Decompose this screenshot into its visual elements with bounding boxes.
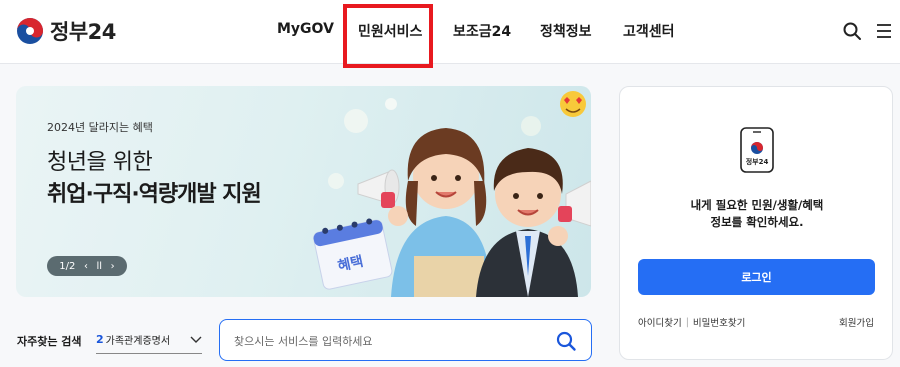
- banner-illustration: 혜택: [313, 91, 591, 297]
- nav-subsidy24[interactable]: 보조금24: [453, 21, 511, 41]
- nav-civil-service[interactable]: 민원서비스: [358, 21, 422, 41]
- calendar-icon: 혜택: [313, 218, 393, 290]
- logo[interactable]: 정부24: [16, 15, 116, 47]
- join-link[interactable]: 회원가입: [839, 315, 874, 329]
- man-character: [476, 148, 591, 297]
- search-button-icon[interactable]: [555, 330, 577, 352]
- main-banner[interactable]: 2024년 달라지는 혜택 청년을 위한 취업·구직·역량개발 지원 1/2 ‹…: [16, 86, 591, 297]
- link-divider: |: [685, 316, 689, 328]
- pager-pause-icon[interactable]: ll: [97, 261, 103, 272]
- logo-text: 정부24: [50, 20, 116, 44]
- login-card: 정부24 내게 필요한 민원/생활/혜택 정보를 확인하세요. 로그인 아이디찾…: [619, 86, 893, 360]
- site-header: 정부24 MyGOV 민원서비스 보조금24 정책정보 고객센터: [0, 0, 900, 68]
- phone-app-icon: 정부24: [740, 127, 774, 173]
- menu-icon[interactable]: [873, 20, 895, 42]
- nav-customer-center[interactable]: 고객센터: [623, 21, 675, 41]
- frequent-search-rank: 2: [96, 333, 104, 346]
- nav-policy-info[interactable]: 정책정보: [540, 21, 592, 41]
- banner-subtitle: 2024년 달라지는 혜택: [47, 121, 153, 134]
- chevron-down-icon: [190, 336, 202, 343]
- frequent-search-value: 가족관계증명서: [105, 336, 171, 347]
- taegeuk-icon: [17, 18, 43, 44]
- service-search-input[interactable]: [234, 331, 544, 351]
- login-message-line2: 정보를 확인하세요.: [710, 215, 804, 229]
- pager-prev-icon[interactable]: ‹: [84, 261, 88, 272]
- search-icon[interactable]: [841, 20, 863, 42]
- frequent-search-select[interactable]: 2 가족관계증명서: [96, 326, 202, 354]
- pager-next-icon[interactable]: ›: [111, 261, 115, 272]
- banner-title-line2: 취업·구직·역량개발 지원: [47, 182, 262, 207]
- service-search-box: [219, 319, 592, 361]
- find-id-link[interactable]: 아이디찾기: [638, 315, 682, 329]
- frequent-search-label: 자주찾는 검색: [17, 335, 82, 348]
- banner-title-line1: 청년을 위한: [47, 150, 153, 175]
- login-links: 아이디찾기 | 비밀번호찾기: [638, 315, 745, 330]
- phone-app-label: 정부24: [746, 157, 769, 166]
- banner-pager: 1/2 ‹ ll ›: [47, 256, 127, 276]
- login-message-line1: 내게 필요한 민원/생활/혜택: [690, 198, 824, 212]
- heart-eyes-emoji: [560, 91, 586, 117]
- nav-mygov[interactable]: MyGOV: [277, 21, 334, 37]
- find-password-link[interactable]: 비밀번호찾기: [693, 315, 745, 329]
- login-button[interactable]: 로그인: [638, 259, 875, 295]
- login-message: 내게 필요한 민원/생활/혜택 정보를 확인하세요.: [620, 197, 894, 231]
- pager-count: 1/2: [59, 260, 76, 272]
